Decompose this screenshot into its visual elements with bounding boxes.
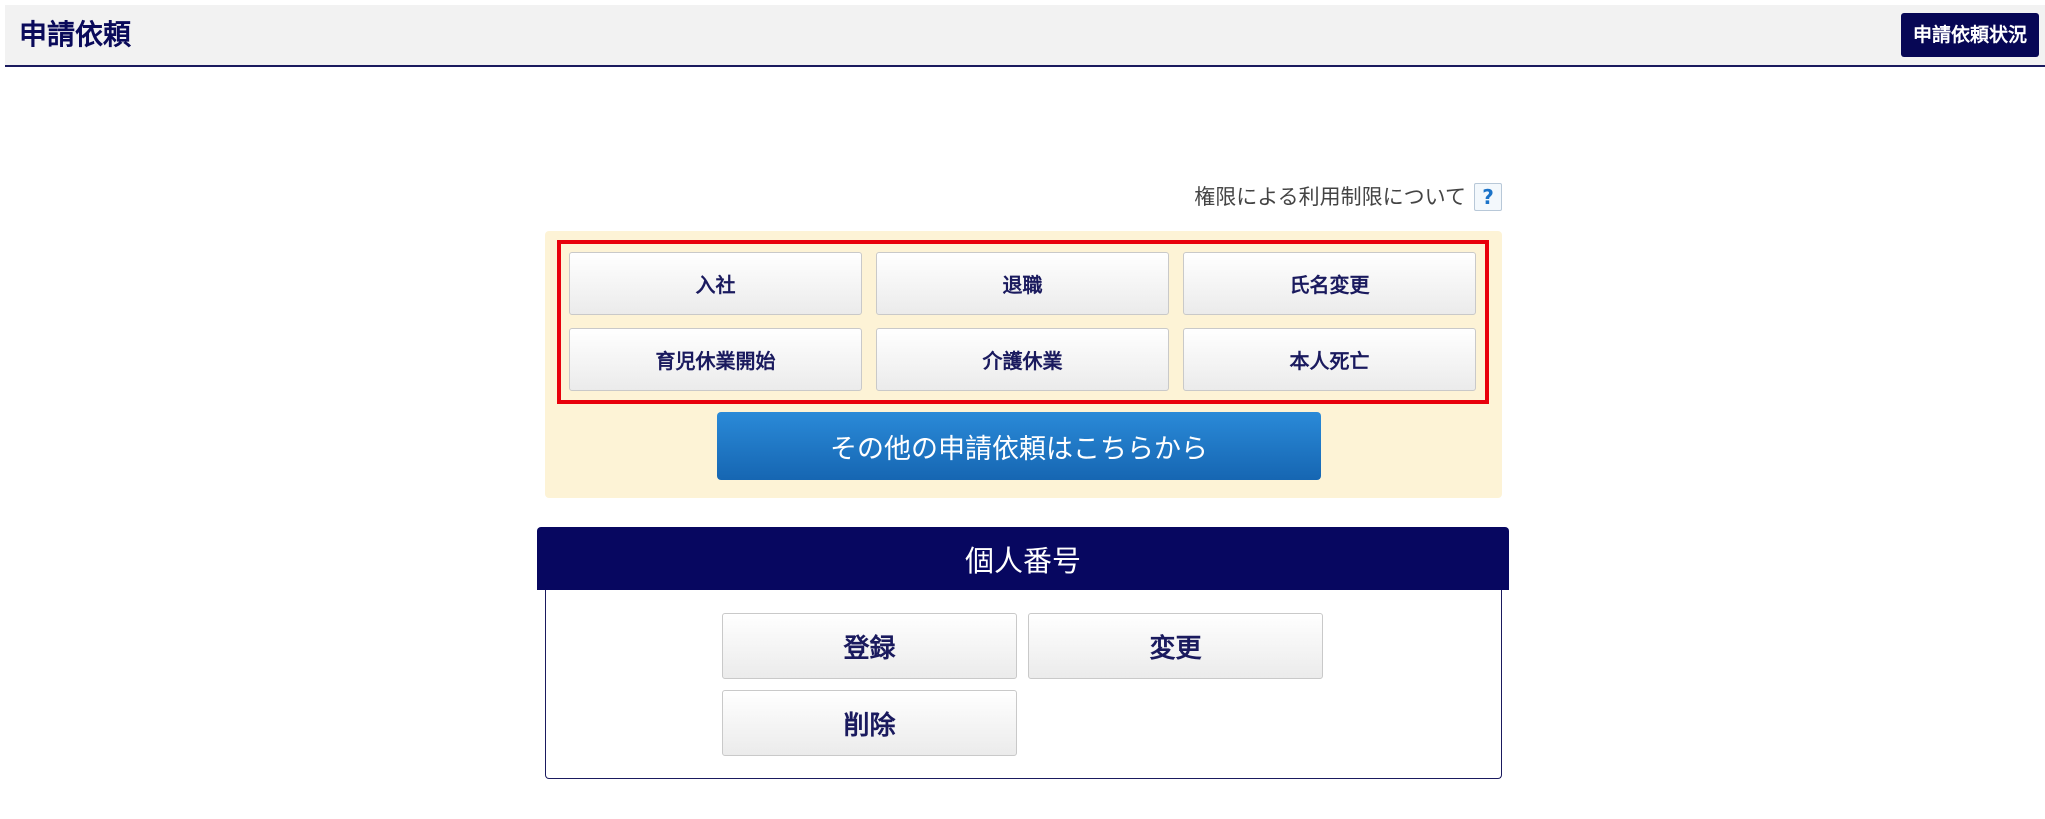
- employee-death-button[interactable]: 本人死亡: [1183, 328, 1476, 391]
- my-number-panel: [545, 590, 1502, 779]
- delete-button[interactable]: 削除: [722, 690, 1017, 756]
- change-button[interactable]: 変更: [1028, 613, 1323, 679]
- request-status-button[interactable]: 申請依頼状況: [1900, 13, 2039, 57]
- other-requests-button[interactable]: その他の申請依頼はこちらから: [717, 412, 1321, 480]
- page-header: 申請依頼 申請依頼状況: [5, 5, 2045, 67]
- retirement-button[interactable]: 退職: [876, 252, 1169, 315]
- help-icon[interactable]: ?: [1474, 183, 1502, 211]
- name-change-button[interactable]: 氏名変更: [1183, 252, 1476, 315]
- permission-note-text[interactable]: 権限による利用制限について: [1194, 182, 1466, 212]
- register-button[interactable]: 登録: [722, 613, 1017, 679]
- nursing-care-leave-button[interactable]: 介護休業: [876, 328, 1169, 391]
- my-number-title: 個人番号: [537, 527, 1509, 590]
- page-title: 申請依頼: [19, 18, 132, 51]
- permission-note: 権限による利用制限について ?: [1194, 182, 1502, 212]
- join-company-button[interactable]: 入社: [569, 252, 862, 315]
- childcare-leave-start-button[interactable]: 育児休業開始: [569, 328, 862, 391]
